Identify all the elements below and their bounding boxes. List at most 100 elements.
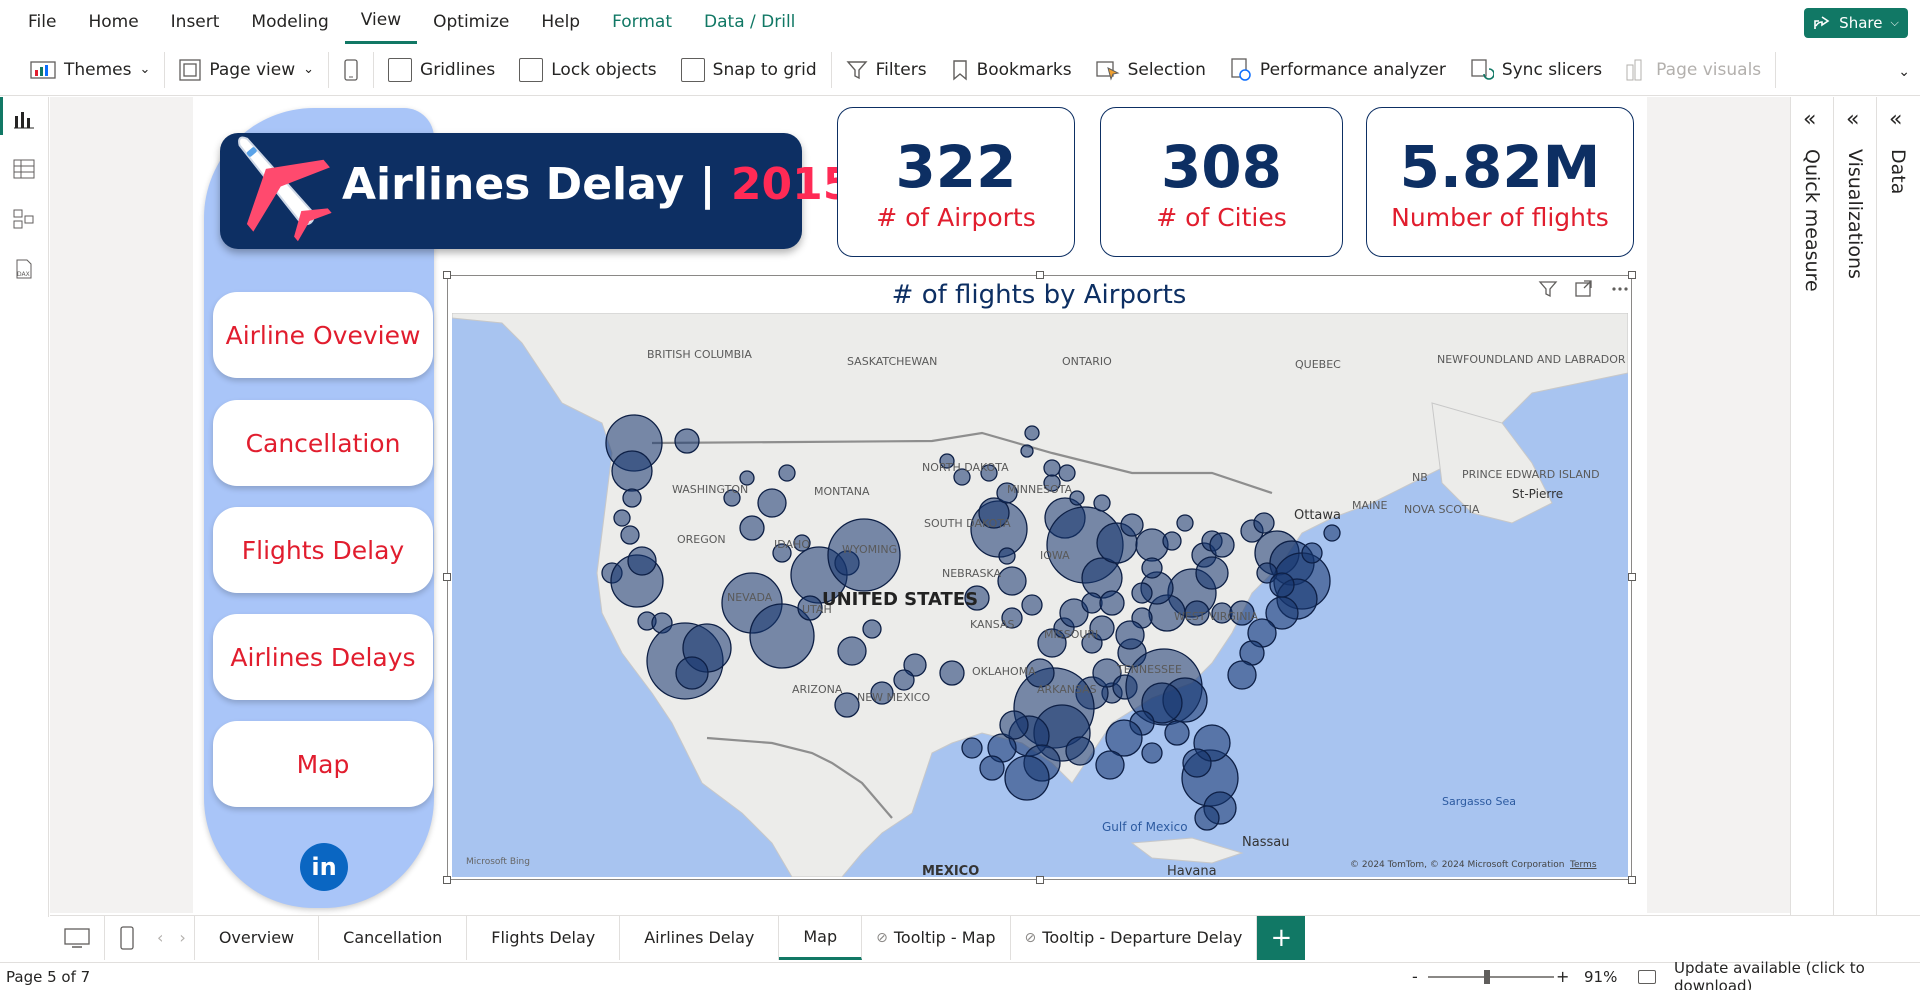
zoom-in-button[interactable]: + <box>1556 967 1569 986</box>
snap-to-grid-label: Snap to grid <box>712 59 817 80</box>
selection-label: Selection <box>1127 59 1206 80</box>
tab-flights-delay[interactable]: Flights Delay <box>467 915 621 960</box>
mobile-layout-button[interactable] <box>331 50 371 90</box>
snap-to-grid-checkbox[interactable]: Snap to grid <box>669 50 829 90</box>
tab-airlines-delay[interactable]: Airlines Delay <box>620 915 780 960</box>
kpi-label: # of Airports <box>876 202 1036 232</box>
bookmarks-button[interactable]: Bookmarks <box>939 50 1084 90</box>
page-visuals-icon <box>1626 59 1642 80</box>
zoom-slider-thumb[interactable] <box>1483 970 1490 984</box>
kpi-value: 322 <box>895 132 1017 201</box>
divider <box>1775 51 1777 88</box>
resize-handle[interactable] <box>1036 271 1044 279</box>
page-tabs-bar: ‹ › Overview Cancellation Flights Delay … <box>50 915 1920 960</box>
lock-objects-checkbox[interactable]: Lock objects <box>507 50 668 90</box>
page-visuals-button[interactable]: Page visuals <box>1614 50 1773 90</box>
ribbon: Themes ⌄ Page view ⌄ Gridlines Lock obje… <box>0 44 1920 96</box>
nav-airline-overview-button[interactable]: Airline Oveview <box>213 292 433 378</box>
menu-optimize[interactable]: Optimize <box>417 0 525 44</box>
desktop-layout-icon[interactable] <box>50 915 105 960</box>
menu-data-drill[interactable]: Data / Drill <box>688 0 811 44</box>
kpi-cities-card[interactable]: 308 # of Cities <box>1100 107 1343 257</box>
visual-header-icons <box>1538 279 1630 299</box>
report-view-icon[interactable] <box>12 107 36 131</box>
nav-map-button[interactable]: Map <box>213 721 433 807</box>
menu-modeling[interactable]: Modeling <box>235 0 344 44</box>
checkbox-icon <box>519 57 544 82</box>
share-label: Share <box>1839 14 1883 32</box>
divider <box>164 51 166 88</box>
tab-label: Tooltip - Departure Delay <box>1042 928 1243 947</box>
tab-tooltip-departure-delay[interactable]: ⊘ Tooltip - Departure Delay <box>1011 915 1258 960</box>
kpi-label: Number of flights <box>1391 202 1609 232</box>
menu-view[interactable]: View <box>344 0 418 44</box>
resize-handle[interactable] <box>1628 573 1636 581</box>
model-view-icon[interactable] <box>12 207 36 231</box>
data-label: Data <box>1887 149 1909 195</box>
tab-overview[interactable]: Overview <box>195 915 320 960</box>
title-year: 2015 <box>730 159 854 210</box>
divider <box>373 51 375 88</box>
resize-handle[interactable] <box>443 573 451 581</box>
more-options-icon[interactable] <box>1610 279 1630 299</box>
share-button[interactable]: Share ⌵ <box>1804 8 1908 38</box>
checkbox-icon <box>388 57 413 82</box>
visualizations-pane[interactable]: « Visualizations <box>1833 97 1876 917</box>
menu-help[interactable]: Help <box>525 0 596 44</box>
performance-analyzer-button[interactable]: Performance analyzer <box>1218 50 1458 90</box>
resize-handle[interactable] <box>443 271 451 279</box>
fit-to-page-icon[interactable] <box>1638 969 1656 984</box>
page-view-button[interactable]: Page view ⌄ <box>167 50 326 90</box>
kpi-airports-card[interactable]: 322 # of Airports <box>837 107 1075 257</box>
page-indicator: Page 5 of 7 <box>6 967 91 986</box>
menu-file[interactable]: File <box>0 0 72 44</box>
quick-measure-label: Quick measure <box>1801 149 1823 292</box>
expand-chevron-icon[interactable]: « <box>1889 107 1902 132</box>
resize-handle[interactable] <box>443 876 451 884</box>
filters-button[interactable]: Filters <box>834 50 939 90</box>
data-pane[interactable]: « Data <box>1876 97 1919 917</box>
mobile-icon <box>344 58 358 81</box>
themes-button[interactable]: Themes ⌄ <box>18 50 162 90</box>
focus-mode-icon[interactable] <box>1574 279 1594 299</box>
kpi-value: 308 <box>1160 132 1283 201</box>
scroll-right-icon[interactable]: › <box>171 915 195 960</box>
filter-icon[interactable] <box>1538 279 1558 299</box>
linkedin-icon[interactable]: in <box>300 843 348 891</box>
ribbon-expand-icon[interactable]: ⌄ <box>1898 64 1910 80</box>
expand-chevron-icon[interactable]: « <box>1846 107 1859 132</box>
menu-format[interactable]: Format <box>596 0 688 44</box>
scroll-left-icon[interactable]: ‹ <box>149 916 171 960</box>
gridlines-checkbox[interactable]: Gridlines <box>376 50 507 90</box>
resize-handle[interactable] <box>1628 876 1636 884</box>
mobile-layout-icon[interactable] <box>105 916 149 960</box>
dax-query-view-icon[interactable]: DAX <box>12 257 36 281</box>
nav-cancellation-button[interactable]: Cancellation <box>213 400 433 486</box>
menu-home[interactable]: Home <box>72 0 154 44</box>
chevron-down-icon: ⌵ <box>1890 16 1899 29</box>
tab-map[interactable]: Map <box>779 915 863 960</box>
zoom-out-button[interactable]: - <box>1412 967 1418 986</box>
resize-handle[interactable] <box>1036 876 1044 884</box>
nav-airlines-delays-button[interactable]: Airlines Delays <box>213 614 433 700</box>
menu-bar: File Home Insert Modeling View Optimize … <box>0 0 1920 44</box>
zoom-slider[interactable] <box>1428 976 1554 978</box>
update-available-link[interactable]: Update available (click to download) <box>1674 959 1920 990</box>
tab-cancellation[interactable]: Cancellation <box>319 915 468 960</box>
kpi-flights-card[interactable]: 5.82M Number of flights <box>1366 107 1634 257</box>
sync-icon <box>1471 58 1494 80</box>
add-page-button[interactable]: + <box>1257 915 1306 960</box>
sync-slicers-button[interactable]: Sync slicers <box>1458 50 1614 90</box>
selection-button[interactable]: Selection <box>1084 50 1218 90</box>
quick-measure-pane[interactable]: « Quick measure <box>1790 97 1833 917</box>
expand-chevron-icon[interactable]: « <box>1803 107 1816 132</box>
performance-label: Performance analyzer <box>1259 59 1446 80</box>
menu-insert[interactable]: Insert <box>155 0 236 44</box>
resize-handle[interactable] <box>1628 271 1636 279</box>
nav-flights-delay-button[interactable]: Flights Delay <box>213 507 433 593</box>
table-view-icon[interactable] <box>12 157 36 181</box>
selection-icon <box>1095 60 1120 81</box>
filter-icon <box>846 60 868 79</box>
tab-tooltip-map[interactable]: ⊘ Tooltip - Map <box>862 915 1011 960</box>
title-main: Airlines Delay | <box>342 159 731 210</box>
